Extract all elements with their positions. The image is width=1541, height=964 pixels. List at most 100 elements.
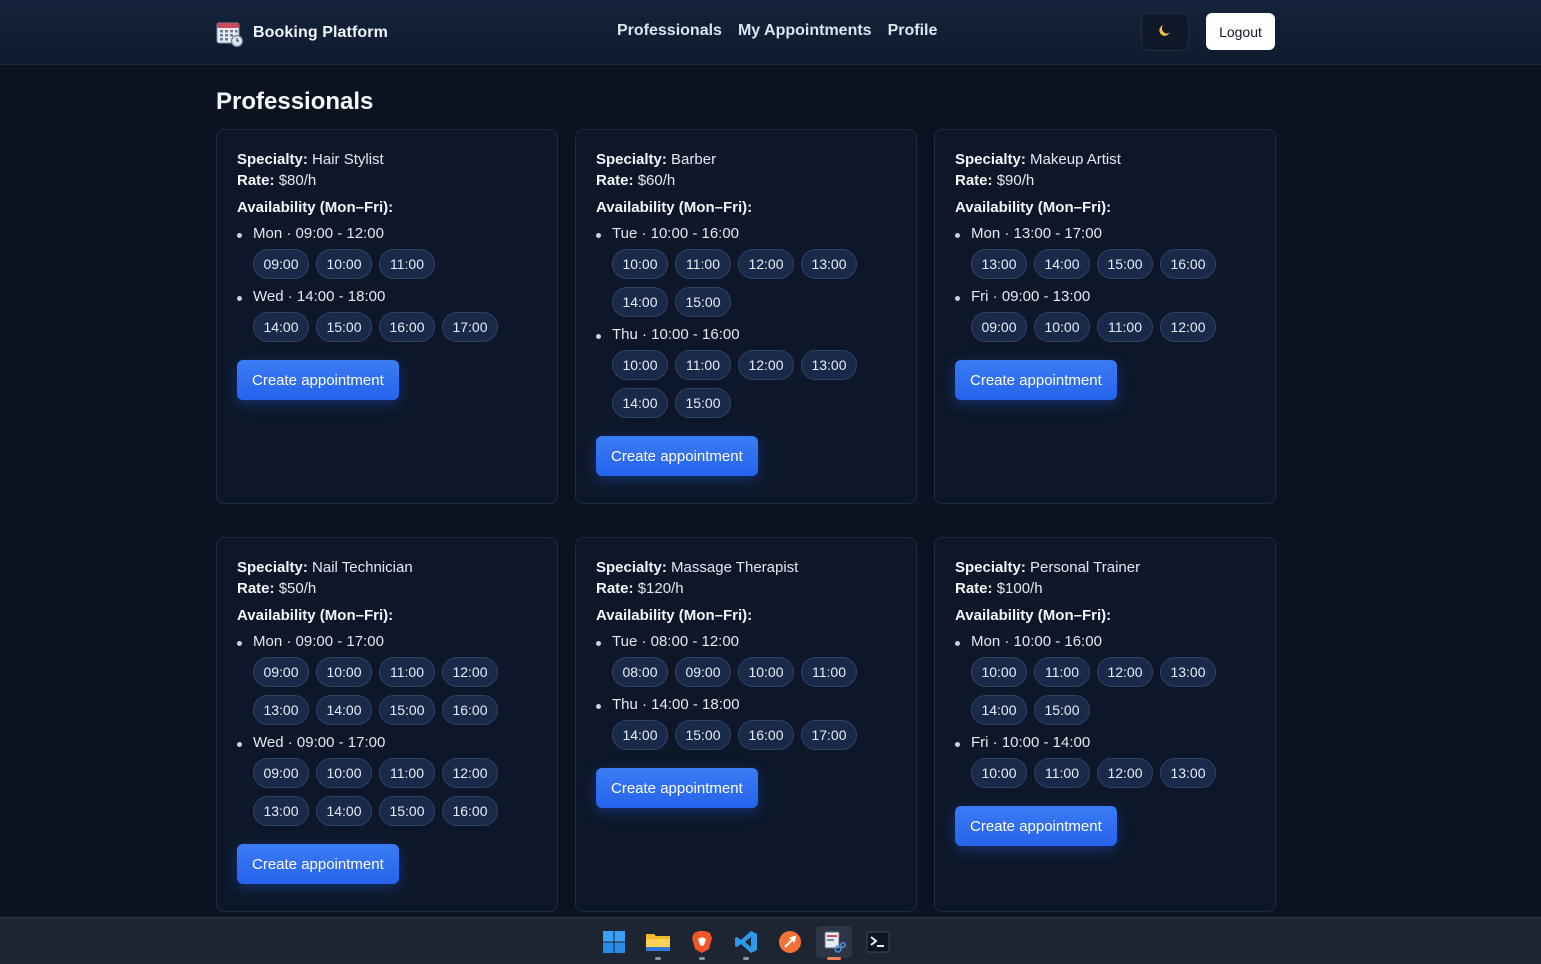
- time-slot-chip[interactable]: 13:00: [253, 796, 309, 826]
- time-slot-chip[interactable]: 14:00: [971, 695, 1027, 725]
- time-slot-chip[interactable]: 11:00: [379, 657, 435, 687]
- time-slot-chip[interactable]: 13:00: [801, 249, 857, 279]
- time-slot-chip[interactable]: 15:00: [675, 720, 731, 750]
- time-slot-chip[interactable]: 15:00: [316, 312, 372, 342]
- create-appointment-button[interactable]: Create appointment: [955, 360, 1117, 400]
- time-slot-chip[interactable]: 12:00: [442, 758, 498, 788]
- professional-card: Specialty: Barber Rate: $60/h Availability…: [575, 129, 917, 504]
- create-appointment-button[interactable]: Create appointment: [237, 844, 399, 884]
- time-slots: 09:00 10:00 11:00 12:00 13:00 14:00 15:00 16:00: [253, 758, 513, 826]
- postman-icon[interactable]: [772, 926, 808, 958]
- terminal-icon[interactable]: [860, 926, 896, 958]
- time-slot-chip[interactable]: 14:00: [612, 287, 668, 317]
- time-slot-chip[interactable]: 09:00: [675, 657, 731, 687]
- time-slot-chip[interactable]: 14:00: [612, 720, 668, 750]
- time-slot-chip[interactable]: 11:00: [379, 249, 435, 279]
- time-slot-chip[interactable]: 10:00: [316, 657, 372, 687]
- time-slot-chip[interactable]: 12:00: [1160, 312, 1216, 342]
- create-appointment-button[interactable]: Create appointment: [237, 360, 399, 400]
- time-slot-chip[interactable]: 10:00: [1034, 312, 1090, 342]
- time-slot-chip[interactable]: 11:00: [675, 249, 731, 279]
- time-slot-chip[interactable]: 13:00: [1160, 758, 1216, 788]
- time-slot-chip[interactable]: 11:00: [675, 350, 731, 380]
- time-slot-chip[interactable]: 14:00: [1034, 249, 1090, 279]
- create-appointment-button[interactable]: Create appointment: [596, 768, 758, 808]
- time-slot-chip[interactable]: 14:00: [253, 312, 309, 342]
- professional-card: Specialty: Hair Stylist Rate: $80/h Availa…: [216, 129, 558, 504]
- availability-list: Mon · 10:00 - 16:00 10:00 11:00 12:00 13:00 1…: [955, 632, 1255, 788]
- day-label: Thu · 14:00 - 18:00: [612, 696, 740, 713]
- time-slot-chip[interactable]: 13:00: [971, 249, 1027, 279]
- availability-title: Availability (Mon–Fri):: [237, 607, 394, 624]
- availability-day: Fri · 10:00 - 14:00 10:00 11:00 12:00 13:00: [955, 733, 1255, 788]
- create-appointment-button[interactable]: Create appointment: [596, 436, 758, 476]
- create-appointment-button[interactable]: Create appointment: [955, 806, 1117, 846]
- time-slot-chip[interactable]: 10:00: [971, 758, 1027, 788]
- time-slot-chip[interactable]: 14:00: [316, 796, 372, 826]
- os-taskbar: [0, 917, 1541, 964]
- time-slot-chip[interactable]: 10:00: [612, 350, 668, 380]
- file-explorer-icon[interactable]: [640, 926, 676, 960]
- windows-start-icon[interactable]: [596, 926, 632, 958]
- availability-day: Thu · 14:00 - 18:00 14:00 15:00 16:00 17:00: [596, 695, 896, 750]
- snipping-tool-icon[interactable]: [816, 926, 852, 960]
- time-slot-chip[interactable]: 17:00: [442, 312, 498, 342]
- brave-browser-icon[interactable]: [684, 926, 720, 960]
- time-slot-chip[interactable]: 10:00: [316, 758, 372, 788]
- time-slot-chip[interactable]: 10:00: [738, 657, 794, 687]
- time-slot-chip[interactable]: 11:00: [801, 657, 857, 687]
- specialty-value: Personal Trainer: [1030, 559, 1141, 576]
- time-slot-chip[interactable]: 11:00: [1034, 758, 1090, 788]
- time-slot-chip[interactable]: 16:00: [442, 695, 498, 725]
- time-slot-chip[interactable]: 16:00: [442, 796, 498, 826]
- brand[interactable]: Booking Platform: [216, 18, 388, 48]
- professional-card: Specialty: Nail Technician Rate: $50/h Ava…: [216, 537, 558, 912]
- time-slot-chip[interactable]: 09:00: [253, 249, 309, 279]
- time-slot-chip[interactable]: 17:00: [801, 720, 857, 750]
- time-slot-chip[interactable]: 12:00: [1097, 657, 1153, 687]
- time-slot-chip[interactable]: 10:00: [316, 249, 372, 279]
- brand-title: Booking Platform: [253, 24, 388, 41]
- time-slot-chip[interactable]: 13:00: [1160, 657, 1216, 687]
- specialty-line: Specialty: Hair Stylist: [237, 149, 537, 170]
- time-slot-chip[interactable]: 14:00: [316, 695, 372, 725]
- time-slot-chip[interactable]: 15:00: [1097, 249, 1153, 279]
- rate-line: Rate: $80/h: [237, 170, 537, 191]
- time-slot-chip[interactable]: 14:00: [612, 388, 668, 418]
- time-slot-chip[interactable]: 11:00: [379, 758, 435, 788]
- time-slot-chip[interactable]: 11:00: [1034, 657, 1090, 687]
- time-slot-chip[interactable]: 09:00: [971, 312, 1027, 342]
- time-slot-chip[interactable]: 15:00: [675, 287, 731, 317]
- theme-toggle-button[interactable]: [1141, 13, 1189, 51]
- time-slot-chip[interactable]: 11:00: [1097, 312, 1153, 342]
- time-slot-chip[interactable]: 15:00: [675, 388, 731, 418]
- time-slot-chip[interactable]: 16:00: [738, 720, 794, 750]
- time-slot-chip[interactable]: 15:00: [379, 695, 435, 725]
- time-slot-chip[interactable]: 12:00: [1097, 758, 1153, 788]
- day-label: Mon · 10:00 - 16:00: [971, 633, 1102, 650]
- logout-button[interactable]: Logout: [1206, 13, 1275, 50]
- time-slot-chip[interactable]: 09:00: [253, 758, 309, 788]
- time-slot-chip[interactable]: 12:00: [738, 249, 794, 279]
- time-slot-chip[interactable]: 10:00: [971, 657, 1027, 687]
- time-slot-chip[interactable]: 15:00: [1034, 695, 1090, 725]
- time-slot-chip[interactable]: 13:00: [253, 695, 309, 725]
- time-slot-chip[interactable]: 08:00: [612, 657, 668, 687]
- running-indicator: [743, 957, 749, 960]
- vscode-icon[interactable]: [728, 926, 764, 960]
- nav-my-appointments[interactable]: My Appointments: [738, 22, 872, 40]
- availability-title: Availability (Mon–Fri):: [237, 199, 394, 216]
- time-slot-chip[interactable]: 10:00: [612, 249, 668, 279]
- rate-value: $50/h: [278, 580, 317, 597]
- availability-list: Tue · 10:00 - 16:00 10:00 11:00 12:00 13:00 1…: [596, 224, 896, 418]
- time-slot-chip[interactable]: 15:00: [379, 796, 435, 826]
- time-slot-chip[interactable]: 16:00: [1160, 249, 1216, 279]
- time-slot-chip[interactable]: 12:00: [442, 657, 498, 687]
- time-slot-chip[interactable]: 12:00: [738, 350, 794, 380]
- availability-day: Mon · 09:00 - 17:00 09:00 10:00 11:00 12:00 1…: [237, 632, 537, 725]
- nav-profile[interactable]: Profile: [888, 22, 938, 40]
- nav-professionals[interactable]: Professionals: [617, 22, 722, 40]
- time-slot-chip[interactable]: 09:00: [253, 657, 309, 687]
- time-slot-chip[interactable]: 13:00: [801, 350, 857, 380]
- time-slot-chip[interactable]: 16:00: [379, 312, 435, 342]
